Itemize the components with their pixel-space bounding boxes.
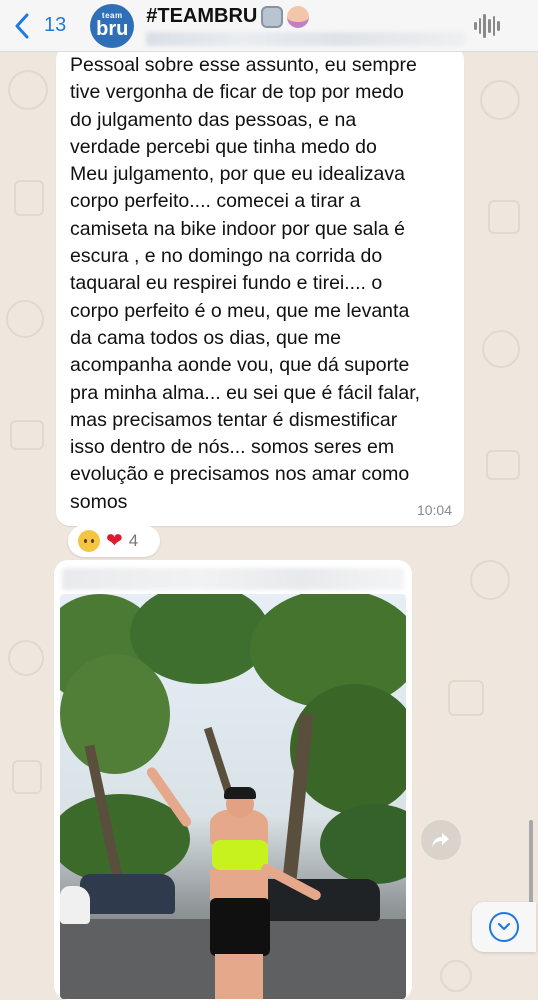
back-button[interactable]: 13 <box>14 13 66 39</box>
message-reactions[interactable]: ❤ 4 <box>68 525 160 557</box>
chevron-left-icon <box>15 13 29 38</box>
message-bubble[interactable]: Pessoal sobre esse assunto, eu sempre ti… <box>56 46 464 526</box>
share-forward-icon[interactable] <box>421 820 461 860</box>
pleading-face-emoji-icon <box>78 530 100 552</box>
sender-name-blurred <box>62 568 404 590</box>
avatar-label-main: bru <box>96 18 129 40</box>
waveform-icon[interactable] <box>474 13 501 39</box>
scroll-to-bottom-button[interactable] <box>472 902 536 952</box>
red-heart-emoji-icon: ❤ <box>106 530 123 552</box>
group-members-blurred <box>146 32 467 46</box>
chat-title-area[interactable]: #TEAMBRU <box>146 5 474 46</box>
image-message-bubble[interactable] <box>54 560 412 1000</box>
chevron-down-icon <box>489 912 519 942</box>
unread-count: 13 <box>44 14 67 36</box>
chat-header: 13 team bru #TEAMBRU <box>0 0 538 52</box>
shared-photo[interactable] <box>60 594 406 999</box>
reaction-count: 4 <box>128 531 139 550</box>
person-gesture-emoji-icon <box>287 5 310 28</box>
robot-emoji-icon <box>261 5 284 28</box>
message-time: 10:04 <box>416 502 452 518</box>
group-avatar[interactable]: team bru <box>90 3 135 48</box>
message-text: Pessoal sobre esse assunto, eu sempre ti… <box>70 54 421 513</box>
scrollbar[interactable] <box>529 820 533 910</box>
chat-title: #TEAMBRU <box>146 5 258 27</box>
